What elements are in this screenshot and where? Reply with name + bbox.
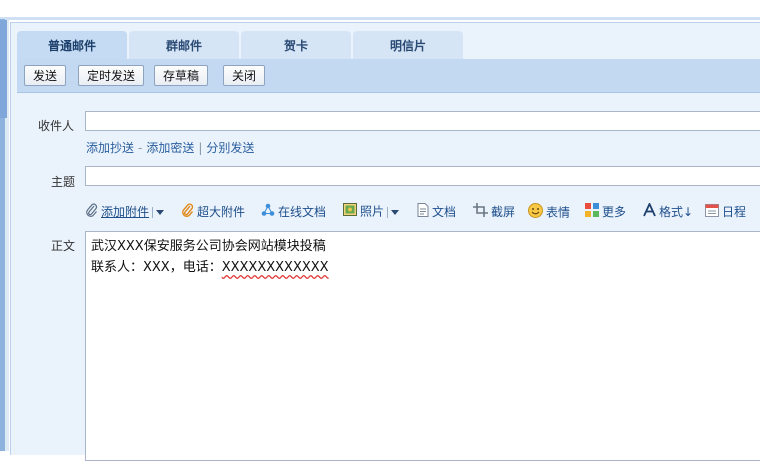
phone-number: XXXXXXXXXXXX bbox=[221, 260, 329, 275]
link-separator-pipe: | bbox=[198, 141, 203, 155]
body-label: 正文 bbox=[51, 239, 76, 253]
emoticon-label: 表情 bbox=[546, 205, 571, 220]
recipient-options: 添加抄送 - 添加密送 | 分别发送 bbox=[86, 139, 254, 156]
tab-postcard[interactable]: 明信片 bbox=[353, 31, 463, 59]
separate-send-link[interactable]: 分别发送 bbox=[206, 141, 254, 155]
photo-label: 照片 bbox=[360, 204, 385, 219]
subject-label: 主题 bbox=[51, 175, 76, 189]
chevron-down-icon[interactable] bbox=[391, 209, 400, 215]
emoticon-tool[interactable]: 表情 bbox=[528, 203, 570, 220]
share-nodes-icon bbox=[261, 203, 275, 222]
document-icon bbox=[417, 203, 429, 222]
compose-toolbar: 发送 定时发送 存草稿 关闭 bbox=[17, 59, 760, 93]
format-tool[interactable]: 格式↓ bbox=[643, 201, 694, 222]
add-attachment-tool[interactable]: 添加附件 bbox=[85, 203, 165, 222]
photo-icon bbox=[343, 203, 357, 221]
scheduled-send-button[interactable]: 定时发送 bbox=[78, 65, 145, 86]
schedule-label: 日程 bbox=[722, 205, 747, 219]
save-draft-button[interactable]: 存草稿 bbox=[154, 65, 209, 86]
body-line-1: 武汉XXX保安服务公司协会网站模块投稿 bbox=[91, 239, 326, 254]
add-bcc-link[interactable]: 添加密送 bbox=[146, 141, 194, 155]
link-separator-dash: - bbox=[138, 141, 143, 155]
smiley-icon bbox=[528, 203, 543, 223]
body-line-2: 联系人：XXX，电话：XXXXXXXXXXXX bbox=[91, 257, 760, 278]
subject-input[interactable] bbox=[85, 166, 760, 186]
separator bbox=[152, 207, 154, 218]
add-cc-link[interactable]: 添加抄送 bbox=[86, 141, 134, 155]
super-attachment-tool[interactable]: 超大附件 bbox=[181, 203, 245, 220]
frame-border bbox=[0, 17, 760, 20]
calendar-icon bbox=[705, 203, 719, 222]
online-doc-tool[interactable]: 在线文档 bbox=[261, 203, 326, 220]
tab-group-mail[interactable]: 群邮件 bbox=[129, 31, 239, 59]
editor-toolbar: 添加附件 超大附件 在线文档 照片 文档 截屏 表情 更多 格式↓ 日程 bbox=[85, 201, 760, 222]
online-doc-label: 在线文档 bbox=[278, 205, 327, 219]
chevron-down-icon[interactable] bbox=[156, 210, 165, 215]
tab-normal-mail[interactable]: 普通邮件 bbox=[17, 31, 127, 59]
grid-icon bbox=[585, 203, 599, 222]
photo-tool[interactable]: 照片 bbox=[343, 203, 400, 221]
screenshot-label: 截屏 bbox=[491, 205, 516, 219]
more-label: 更多 bbox=[602, 205, 627, 219]
screenshot-tool[interactable]: 截屏 bbox=[473, 203, 515, 220]
screenshot-icon bbox=[473, 203, 488, 222]
recipient-input[interactable] bbox=[85, 111, 760, 131]
recipient-label: 收件人 bbox=[38, 119, 75, 133]
separator bbox=[387, 206, 389, 218]
left-collapse-handle[interactable] bbox=[0, 20, 7, 118]
format-label: 格式↓ bbox=[659, 205, 694, 219]
close-button[interactable]: 关闭 bbox=[223, 65, 266, 86]
schedule-tool[interactable]: 日程 bbox=[705, 203, 746, 220]
more-tool[interactable]: 更多 bbox=[585, 203, 626, 220]
add-attachment-label: 添加附件 bbox=[101, 205, 150, 219]
paperclip-icon bbox=[85, 203, 98, 222]
document-tool[interactable]: 文档 bbox=[417, 203, 456, 220]
tab-greeting-card[interactable]: 贺卡 bbox=[241, 31, 351, 59]
font-a-icon bbox=[643, 201, 656, 222]
body-editor[interactable]: 武汉XXX保安服务公司协会网站模块投稿 联系人：XXX，电话：XXXXXXXXX… bbox=[85, 231, 760, 461]
super-attachment-label: 超大附件 bbox=[197, 205, 246, 219]
document-label: 文档 bbox=[432, 205, 457, 219]
send-button[interactable]: 发送 bbox=[24, 65, 67, 86]
contact-text: 联系人：XXX，电话： bbox=[91, 260, 222, 275]
orange-paperclip-icon bbox=[181, 203, 194, 222]
